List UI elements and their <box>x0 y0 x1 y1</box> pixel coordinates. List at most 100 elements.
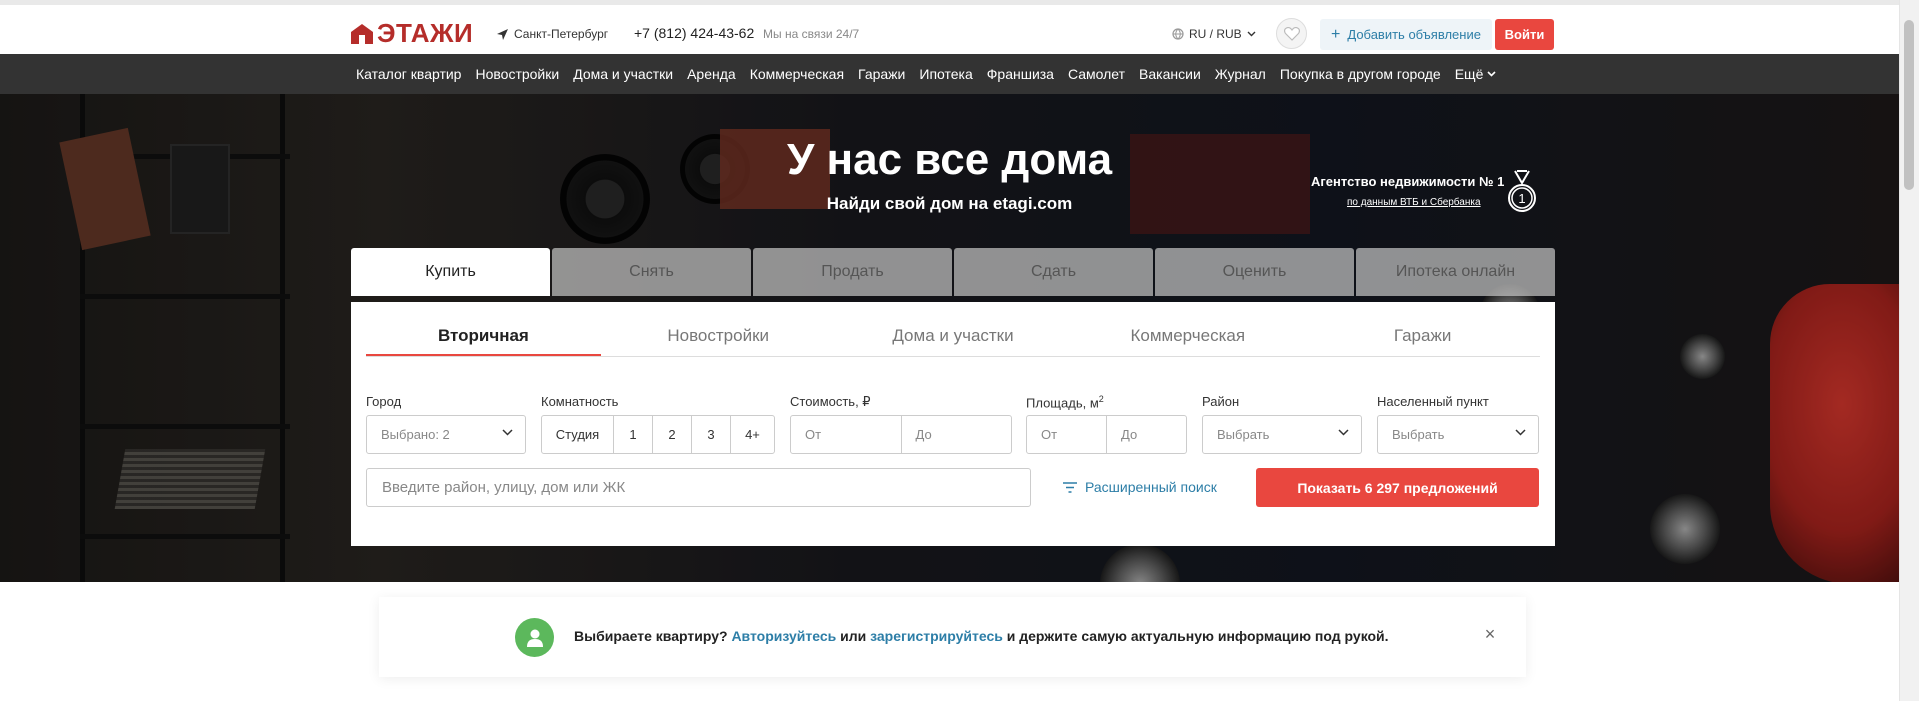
logo-text: ЭТАЖИ <box>377 18 474 48</box>
district-field-label: Район <box>1202 394 1240 409</box>
tab-garages[interactable]: Гаражи <box>1305 322 1540 356</box>
nav-more-button[interactable]: Ещё <box>1455 66 1497 82</box>
deal-type-tabs: Купить Снять Продать Сдать Оценить Ипоте… <box>351 248 1555 296</box>
nav-item-journal[interactable]: Журнал <box>1215 66 1266 82</box>
nav-item-houses[interactable]: Дома и участки <box>573 66 673 82</box>
add-listing-label: Добавить объявление <box>1347 27 1481 42</box>
chevron-down-icon <box>1487 71 1496 77</box>
chevron-down-icon <box>1247 31 1256 37</box>
nav-item-other-city[interactable]: Покупка в другом городе <box>1280 66 1441 82</box>
nav-item-commercial[interactable]: Коммерческая <box>750 66 844 82</box>
price-field-label: Стоимость, ₽ <box>790 394 871 409</box>
area-from-input[interactable]: От <box>1027 416 1107 453</box>
chevron-down-icon <box>502 429 513 436</box>
nav-item-rent[interactable]: Аренда <box>687 66 736 82</box>
tab-sell[interactable]: Продать <box>753 248 952 296</box>
area-range: От До <box>1026 415 1187 454</box>
rooms-option-studio[interactable]: Студия <box>542 416 614 453</box>
nav-item-samolet[interactable]: Самолет <box>1068 66 1125 82</box>
search-card: Вторичная Новостройки Дома и участки Ком… <box>351 302 1555 546</box>
locality-select-value: Выбрать <box>1392 427 1445 442</box>
rooms-selector: Студия 1 2 3 4+ <box>541 415 775 454</box>
nav-item-vacancies[interactable]: Вакансии <box>1139 66 1201 82</box>
tab-buy[interactable]: Купить <box>351 248 550 296</box>
notice-text-2: или <box>840 628 867 644</box>
page: ЭТАЖИ Санкт-Петербург +7 (812) 424-43-62… <box>0 0 1919 701</box>
city-selector[interactable]: Санкт-Петербург <box>497 27 608 41</box>
medal-number: 1 <box>1518 191 1525 206</box>
tab-rent[interactable]: Снять <box>552 248 751 296</box>
rooms-option-4plus[interactable]: 4+ <box>731 416 774 453</box>
user-icon <box>515 618 554 657</box>
favorites-button[interactable] <box>1276 18 1307 49</box>
city-select[interactable]: Выбрано: 2 <box>366 415 526 454</box>
district-select[interactable]: Выбрать <box>1202 415 1362 454</box>
hero-banner: У нас все дома Найди свой дом на etagi.c… <box>0 94 1899 582</box>
notice-text-1: Выбираете квартиру? <box>574 628 728 644</box>
top-header: ЭТАЖИ Санкт-Петербург +7 (812) 424-43-62… <box>0 0 1899 54</box>
rooms-field-label: Комнатность <box>541 394 619 409</box>
medal-icon: 1 <box>1508 170 1536 212</box>
page-scrollbar-thumb[interactable] <box>1904 20 1914 190</box>
show-results-button[interactable]: Показать 6 297 предложений <box>1256 468 1539 507</box>
main-nav: Каталог квартир Новостройки Дома и участ… <box>0 54 1899 94</box>
phone-number[interactable]: +7 (812) 424-43-62 <box>634 25 754 41</box>
locality-select[interactable]: Выбрать <box>1377 415 1539 454</box>
close-icon[interactable]: × <box>1482 625 1498 643</box>
logo[interactable]: ЭТАЖИ <box>351 18 473 49</box>
award-link[interactable]: по данным ВТБ и Сбербанка <box>1347 197 1481 208</box>
award-title: Агентство недвижимости № 1 <box>1311 174 1505 189</box>
tab-new-buildings[interactable]: Новостройки <box>601 322 836 356</box>
city-select-value: Выбрано: 2 <box>381 427 450 442</box>
notice-text-3: и держите самую актуальную информацию по… <box>1006 628 1389 644</box>
logo-house-icon <box>351 23 373 44</box>
lang-currency-selector[interactable]: RU / RUB <box>1172 27 1256 41</box>
city-field-label: Город <box>366 394 402 409</box>
price-to-input[interactable]: До <box>902 416 1012 453</box>
rooms-option-2[interactable]: 2 <box>653 416 692 453</box>
nav-item-new-buildings[interactable]: Новостройки <box>475 66 559 82</box>
advanced-search-button[interactable]: Расширенный поиск <box>1063 479 1217 495</box>
area-field-label: Площадь, м2 <box>1026 394 1104 410</box>
nav-item-franchise[interactable]: Франшиза <box>987 66 1054 82</box>
add-listing-button[interactable]: + Добавить объявление <box>1320 19 1492 50</box>
address-search-input[interactable]: Введите район, улицу, дом или ЖК <box>366 468 1031 507</box>
rooms-option-3[interactable]: 3 <box>692 416 731 453</box>
rooms-option-1[interactable]: 1 <box>614 416 653 453</box>
area-to-input[interactable]: До <box>1107 416 1186 453</box>
area-label-sup: 2 <box>1098 394 1104 404</box>
price-from-input[interactable]: От <box>791 416 902 453</box>
advanced-search-label: Расширенный поиск <box>1085 479 1217 495</box>
heart-icon <box>1283 26 1300 41</box>
tab-mortgage-online[interactable]: Ипотека онлайн <box>1356 248 1555 296</box>
location-arrow-icon <box>497 28 508 40</box>
chevron-down-icon <box>1338 429 1349 436</box>
auth-notice-text: Выбираете квартиру? Авторизуйтесь или за… <box>574 628 1389 644</box>
district-select-value: Выбрать <box>1217 427 1270 442</box>
nav-item-catalog[interactable]: Каталог квартир <box>356 66 461 82</box>
tab-lease-out[interactable]: Сдать <box>954 248 1153 296</box>
price-range: От До <box>790 415 1012 454</box>
login-link[interactable]: Авторизуйтесь <box>731 628 836 644</box>
tab-appraise[interactable]: Оценить <box>1155 248 1354 296</box>
login-button[interactable]: Войти <box>1495 19 1554 50</box>
property-category-tabs: Вторичная Новостройки Дома и участки Ком… <box>366 322 1540 357</box>
nav-item-garages[interactable]: Гаражи <box>858 66 905 82</box>
auth-notice: Выбираете квартиру? Авторизуйтесь или за… <box>379 597 1526 677</box>
nav-more-label: Ещё <box>1454 66 1484 82</box>
locality-field-label: Населенный пункт <box>1377 394 1489 409</box>
tab-commercial[interactable]: Коммерческая <box>1070 322 1305 356</box>
area-label-text: Площадь, м <box>1026 395 1099 411</box>
nav-items: Каталог квартир Новостройки Дома и участ… <box>356 54 1496 94</box>
lang-currency-label: RU / RUB <box>1189 27 1242 41</box>
hero-title: У нас все дома <box>786 135 1113 184</box>
support-hours: Мы на связи 24/7 <box>763 27 860 41</box>
plus-icon: + <box>1331 25 1341 43</box>
register-link[interactable]: зарегистрируйтесь <box>870 628 1003 644</box>
city-label: Санкт-Петербург <box>514 27 609 41</box>
globe-icon <box>1172 28 1184 40</box>
nav-item-mortgage[interactable]: Ипотека <box>919 66 972 82</box>
tab-houses-plots[interactable]: Дома и участки <box>836 322 1071 356</box>
tab-secondary[interactable]: Вторичная <box>366 322 601 356</box>
chevron-down-icon <box>1515 429 1526 436</box>
